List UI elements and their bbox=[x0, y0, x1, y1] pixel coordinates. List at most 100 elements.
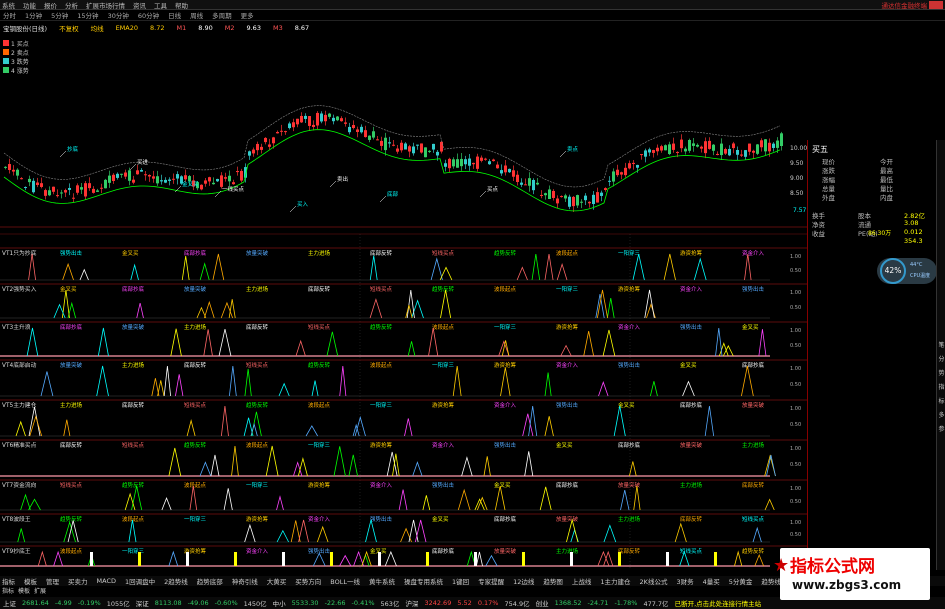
panel-signal-label: 一阳穿三 bbox=[370, 401, 393, 409]
indicator-tab[interactable]: 买卖力 bbox=[68, 576, 88, 586]
signal-spike bbox=[220, 405, 229, 437]
signal-pointer bbox=[129, 163, 137, 171]
price-tick: 8.50 bbox=[790, 190, 804, 197]
candle-body bbox=[572, 196, 575, 207]
status-message[interactable]: 已断开,点击此处连接行情主站 bbox=[675, 598, 762, 608]
quote-row: 涨跌 最高 bbox=[812, 165, 936, 175]
candle-body bbox=[188, 176, 191, 182]
panel-signal-label: 主力进场 bbox=[246, 285, 269, 293]
quote-label: 外盘 bbox=[822, 194, 835, 202]
indicator-tab[interactable]: 模板 bbox=[24, 576, 37, 586]
signal-pointer bbox=[289, 205, 297, 213]
period-tab[interactable]: 分时 bbox=[3, 10, 16, 20]
side-tab[interactable]: 参 bbox=[938, 424, 945, 433]
indicator-label: M2 bbox=[224, 23, 235, 32]
side-tab[interactable]: 势 bbox=[938, 368, 945, 377]
menu-bar: 系统 功能 报价 分析 扩展市场行情 资讯 工具 帮助 bbox=[0, 0, 945, 10]
candle-body bbox=[540, 194, 543, 196]
menu-item[interactable]: 分析 bbox=[65, 0, 78, 10]
signal-spike bbox=[583, 331, 595, 357]
indicator-tab[interactable]: 管理 bbox=[46, 576, 59, 586]
indicator-tab[interactable]: 买势方向 bbox=[295, 576, 321, 586]
panel-signal-label: 波段起点 bbox=[184, 481, 207, 489]
indicator-tab[interactable]: 12边线 bbox=[513, 576, 534, 586]
side-tab[interactable]: 指 bbox=[938, 382, 945, 391]
indicator-tab[interactable]: 趋势底部 bbox=[197, 576, 223, 586]
period-tab[interactable]: 60分钟 bbox=[138, 10, 159, 20]
side-tab[interactable]: 笔 bbox=[938, 340, 945, 349]
period-tab[interactable]: 15分钟 bbox=[77, 10, 98, 20]
candle-body bbox=[612, 171, 615, 182]
indicator-tab[interactable]: 专家提醒 bbox=[478, 576, 504, 586]
menu-item[interactable]: 功能 bbox=[23, 0, 36, 10]
window-close-button[interactable] bbox=[929, 1, 943, 9]
indicator-tab[interactable]: 3财务 bbox=[676, 576, 693, 586]
indicator-tab[interactable]: 4量买 bbox=[703, 576, 720, 586]
candle-body bbox=[772, 143, 775, 148]
panel-signal-label: 游资抢筹 bbox=[556, 323, 579, 331]
menu-item[interactable]: 工具 bbox=[154, 0, 167, 10]
indicator-tab[interactable]: 上战线 bbox=[572, 576, 592, 586]
candle-body bbox=[304, 115, 307, 119]
quote-row: 涨幅 最低 bbox=[812, 174, 936, 184]
signal-spike bbox=[20, 493, 31, 511]
indicator-tab[interactable]: 1键回 bbox=[452, 576, 469, 586]
candle-body bbox=[156, 176, 159, 184]
indicator-tab[interactable]: 操盘专用系统 bbox=[404, 576, 443, 586]
panel-axis-label: 1.00 bbox=[790, 366, 801, 372]
panel-signal-label: 波段起点 bbox=[556, 249, 579, 257]
candle-body bbox=[56, 195, 59, 197]
chart-header-label: 宝钢股份(日线) bbox=[3, 24, 48, 33]
indicator-tab[interactable]: 趋势图 bbox=[543, 576, 563, 586]
signal-spike bbox=[37, 550, 47, 567]
panel-signal-label: 底部抄底 bbox=[742, 361, 765, 369]
indicator-tab[interactable]: 黄牛系统 bbox=[369, 576, 395, 586]
menu-item[interactable]: 帮助 bbox=[175, 0, 188, 10]
signal-spike bbox=[764, 498, 775, 511]
indicator-tab[interactable]: 1回调盘中 bbox=[125, 576, 155, 586]
control-tab[interactable]: 扩展 bbox=[34, 586, 46, 595]
control-tab[interactable]: 模板 bbox=[18, 586, 30, 595]
panel-signal-label: 金叉买 bbox=[680, 361, 697, 369]
period-tab[interactable]: 1分钟 bbox=[25, 10, 42, 20]
side-tab[interactable]: 多 bbox=[938, 410, 945, 419]
chart-area[interactable]: 1 买点2 卖点3 跌势4 涨势 10.00 9.50 9.00 8.50 7.57 抄底买… bbox=[0, 22, 807, 570]
period-tab[interactable]: 多周期 bbox=[212, 10, 232, 20]
period-tab[interactable]: 5分钟 bbox=[51, 10, 68, 20]
menu-item[interactable]: 系统 bbox=[2, 0, 15, 10]
indicator-tab[interactable]: 1主力建仓 bbox=[600, 576, 630, 586]
panel-signal-label: 金叉买 bbox=[494, 481, 511, 489]
candle-body bbox=[288, 123, 291, 129]
panel-signal-label: 趋势反转 bbox=[432, 285, 455, 293]
quote-extra-row: 换手 股本 2.82亿 bbox=[812, 210, 936, 220]
menu-item[interactable]: 资讯 bbox=[133, 0, 146, 10]
side-tab[interactable]: 分 bbox=[938, 354, 945, 363]
side-tab[interactable]: 标 bbox=[938, 396, 945, 405]
signal-spike bbox=[629, 461, 637, 477]
signal-spike bbox=[15, 420, 26, 437]
indicator-tab[interactable]: 趋势线 bbox=[761, 576, 781, 586]
period-tab[interactable]: 30分钟 bbox=[108, 10, 129, 20]
period-tab[interactable]: 周线 bbox=[190, 10, 203, 20]
period-tab[interactable]: 日线 bbox=[168, 10, 181, 20]
candle-body bbox=[628, 163, 631, 169]
signal-spike bbox=[365, 519, 377, 543]
indicator-tab[interactable]: 5分黄金 bbox=[729, 576, 753, 586]
panel-signal-label: 波段起点 bbox=[122, 515, 145, 523]
indicator-tab[interactable]: BOLL一线 bbox=[330, 576, 360, 586]
indicator-tab[interactable]: 指标 bbox=[2, 576, 15, 586]
menu-item[interactable]: 报价 bbox=[44, 0, 57, 10]
indicator-tab[interactable]: 2趋势线 bbox=[164, 576, 188, 586]
indicator-tab[interactable]: 2K线公式 bbox=[640, 576, 668, 586]
control-tab[interactable]: 指标 bbox=[2, 586, 14, 595]
candle-body bbox=[260, 146, 263, 150]
indicator-tab[interactable]: 大黄买 bbox=[267, 576, 287, 586]
signal-spike bbox=[311, 380, 319, 397]
indicator-tab[interactable]: 神奇引线 bbox=[232, 576, 258, 586]
menu-item[interactable]: 扩展市场行情 bbox=[86, 0, 125, 10]
candle-body bbox=[100, 187, 103, 189]
candle-body bbox=[668, 144, 671, 155]
indicator-tab[interactable]: MACD bbox=[97, 577, 116, 585]
candle-body bbox=[368, 135, 371, 140]
period-tab[interactable]: 更多 bbox=[241, 10, 254, 20]
